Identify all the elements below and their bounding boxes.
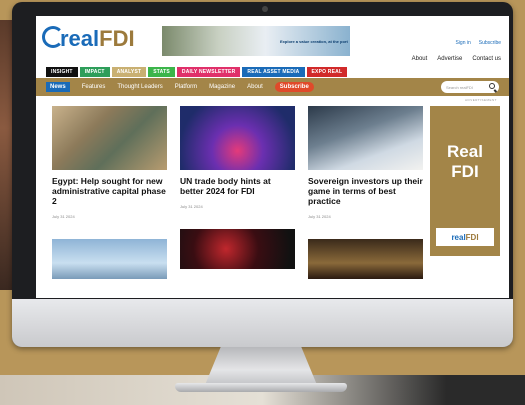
tag-real-asset-media[interactable]: REAL ASSET MEDIA [242,67,305,77]
search-input[interactable]: Search realFDI [441,81,499,93]
side-ad-logo-fdi: FDI [465,232,479,242]
banner-ad[interactable]: Explore a value creation, at the port [162,26,350,56]
article-title[interactable]: UN trade body hints at better 2024 for F… [180,176,295,196]
nav-news[interactable]: News [46,82,70,92]
article-image[interactable] [52,106,167,170]
nav-features[interactable]: Features [82,84,106,90]
nav-about[interactable]: About [247,84,263,90]
logo-fdi-text: FDI [99,26,135,51]
site-logo[interactable]: real FDI [46,26,135,52]
banner-text: Explore a value creation, at the port [280,38,348,44]
side-ad-line2: FDI [451,162,479,181]
subscribe-button[interactable]: Subscribe [274,82,314,92]
account-links: Sign in Subscribe [455,40,501,46]
tag-daily-newsletter[interactable]: DAILY NEWSLETTER [176,67,241,77]
tag-analyst[interactable]: ANALYST [111,67,147,77]
article-date: July 31 2024 [52,214,75,219]
utility-nav: About Advertise Contact us [412,56,501,62]
tag-stats[interactable]: STATS [148,67,175,77]
tag-insight[interactable]: INSIGHT [46,67,78,77]
article-date: July 31 2024 [308,214,331,219]
article-image[interactable] [180,229,295,269]
search-icon[interactable] [489,83,495,89]
side-ad-line1: Real [447,142,483,161]
nav-platform[interactable]: Platform [175,84,197,90]
advertisement-label: ADVERTISEMENT [465,98,497,102]
side-ad-logo-real: real [451,232,466,242]
contact-link[interactable]: Contact us [472,56,501,62]
nav-thought-leaders[interactable]: Thought Leaders [117,84,162,90]
monitor-base [175,383,347,392]
article-image[interactable] [308,106,423,170]
article-card[interactable]: Sovereign investors up their game in ter… [308,106,423,279]
article-card[interactable]: Egypt: Help sought for new administrativ… [52,106,167,279]
sign-in-link[interactable]: Sign in [455,40,470,46]
article-image[interactable] [308,239,423,279]
advertise-link[interactable]: Advertise [437,56,462,62]
article-title[interactable]: Egypt: Help sought for new administrativ… [52,176,167,206]
side-advertisement[interactable]: Real FDI real FDI [430,106,500,256]
main-nav: News Features Thought Leaders Platform M… [36,78,509,96]
logo-real-text: real [60,26,100,51]
monitor-stand [205,347,317,385]
tag-impact[interactable]: IMPACT [79,67,110,77]
article-date: July 31 2024 [180,204,203,209]
subscribe-link[interactable]: Subscribe [479,40,501,46]
article-image[interactable] [52,239,167,279]
article-title[interactable]: Sovereign investors up their game in ter… [308,176,423,206]
about-link[interactable]: About [412,56,428,62]
article-card[interactable]: UN trade body hints at better 2024 for F… [180,106,295,279]
monitor-chin [12,299,513,347]
section-tags: INSIGHT IMPACT ANALYST STATS DAILY NEWSL… [46,67,348,77]
search-placeholder: Search realFDI [446,84,473,90]
camera-icon [262,6,268,12]
tag-expo-real[interactable]: EXPO REAL [306,67,348,77]
side-ad-logo: real FDI [436,228,494,246]
website-screen: real FDI Explore a value creation, at th… [36,16,509,298]
nav-magazine[interactable]: Magazine [209,84,235,90]
article-grid: Egypt: Help sought for new administrativ… [52,106,423,279]
article-image[interactable] [180,106,295,170]
monitor: real FDI Explore a value creation, at th… [12,2,513,347]
